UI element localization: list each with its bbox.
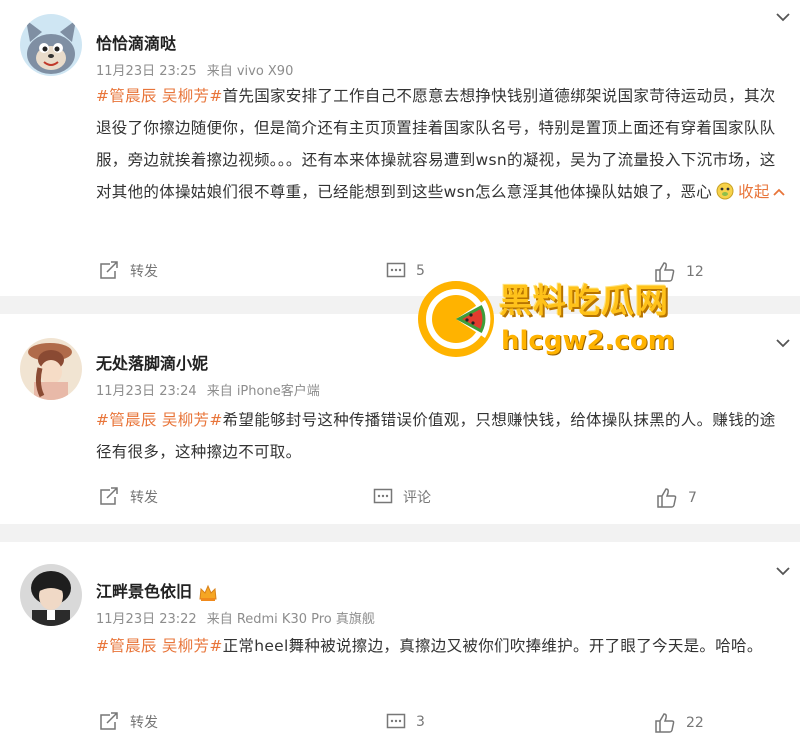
repost-button[interactable]: 转发 xyxy=(98,261,158,281)
comment-button[interactable]: 评论 xyxy=(373,487,431,507)
avatar[interactable] xyxy=(20,564,82,626)
repost-icon xyxy=(100,712,118,730)
avatar[interactable] xyxy=(20,14,82,76)
chevron-down-icon[interactable] xyxy=(776,566,790,576)
post-date: 11月23日 23:22 xyxy=(96,612,197,627)
crown-badge-icon[interactable] xyxy=(198,584,218,602)
post-date: 11月23日 23:25 xyxy=(96,64,197,79)
post-source: 来自 iPhone客户端 xyxy=(206,384,320,399)
comment-icon xyxy=(373,488,393,504)
comment-post-1: 恰恰滴滴哒 11月23日 23:25 来自 vivo X90 #管晨辰 吴柳芳#首… xyxy=(0,0,800,296)
post-source: 来自 Redmi K30 Pro 真旗舰 xyxy=(206,612,375,627)
repost-button[interactable]: 转发 xyxy=(98,487,158,507)
comment-post-3: 江畔景色依旧 11月23日 23:22 来自 Redmi K30 Pro 真旗舰 … xyxy=(0,542,800,741)
post-divider xyxy=(0,524,800,542)
username[interactable]: 恰恰滴滴哒 xyxy=(96,30,176,54)
watermelon-logo-icon xyxy=(418,281,494,357)
username-text: 江畔景色依旧 xyxy=(96,582,193,601)
comment-body: #管晨辰 吴柳芳#正常heel舞种被说擦边，真擦边又被你们吹捧维护。开了眼了今天… xyxy=(96,630,786,662)
repost-icon xyxy=(100,487,118,505)
repost-label: 转发 xyxy=(130,490,158,506)
post-meta: 11月23日 23:22 来自 Redmi K30 Pro 真旗舰 xyxy=(96,608,385,627)
comment-count: 3 xyxy=(416,714,425,730)
chevron-down-icon[interactable] xyxy=(776,338,790,348)
chevron-up-icon[interactable] xyxy=(773,187,785,197)
post-source: 来自 vivo X90 xyxy=(206,64,294,79)
like-button[interactable]: 22 xyxy=(654,712,704,734)
username[interactable]: 无处落脚滴小妮 xyxy=(96,350,208,374)
collapse-link[interactable]: 收起 xyxy=(738,183,770,201)
comment-body: #管晨辰 吴柳芳#希望能够封号这种传播错误价值观，只想赚快钱，给体操队抹黑的人。… xyxy=(96,404,786,468)
chevron-down-icon[interactable] xyxy=(776,12,790,22)
thumbs-up-icon xyxy=(655,713,675,733)
watermark-url: hlcgw2.com xyxy=(501,326,675,356)
post-meta: 11月23日 23:24 来自 iPhone客户端 xyxy=(96,380,330,399)
repost-button[interactable]: 转发 xyxy=(98,712,158,732)
topic-tag[interactable]: #管晨辰 吴柳芳# xyxy=(96,87,223,105)
thumbs-up-icon xyxy=(657,488,677,508)
comment-label: 评论 xyxy=(403,490,431,506)
comment-icon xyxy=(386,713,406,729)
watermark: 黑料吃瓜网 hlcgw2.com xyxy=(415,272,715,372)
repost-label: 转发 xyxy=(130,264,158,280)
post-date: 11月23日 23:24 xyxy=(96,384,197,399)
avatar[interactable] xyxy=(20,338,82,400)
topic-tag[interactable]: #管晨辰 吴柳芳# xyxy=(96,411,223,429)
topic-tag[interactable]: #管晨辰 吴柳芳# xyxy=(96,637,223,655)
repost-label: 转发 xyxy=(130,715,158,731)
comment-icon xyxy=(386,262,406,278)
post-meta: 11月23日 23:25 来自 vivo X90 xyxy=(96,60,303,79)
comment-button[interactable]: 3 xyxy=(386,712,425,732)
like-count: 22 xyxy=(686,715,704,731)
like-button[interactable]: 7 xyxy=(656,487,697,509)
comment-body: #管晨辰 吴柳芳#首先国家安排了工作自己不愿意去想挣快钱别道德绑架说国家苛待运动… xyxy=(96,80,786,208)
repost-icon xyxy=(100,261,118,279)
username[interactable]: 江畔景色依旧 xyxy=(96,578,218,602)
sick-emoji-icon xyxy=(716,182,734,200)
watermark-title: 黑料吃瓜网 xyxy=(499,281,669,320)
comment-text: 正常heel舞种被说擦边，真擦边又被你们吹捧维护。开了眼了今天是。哈哈。 xyxy=(222,637,763,655)
like-count: 7 xyxy=(688,490,697,506)
